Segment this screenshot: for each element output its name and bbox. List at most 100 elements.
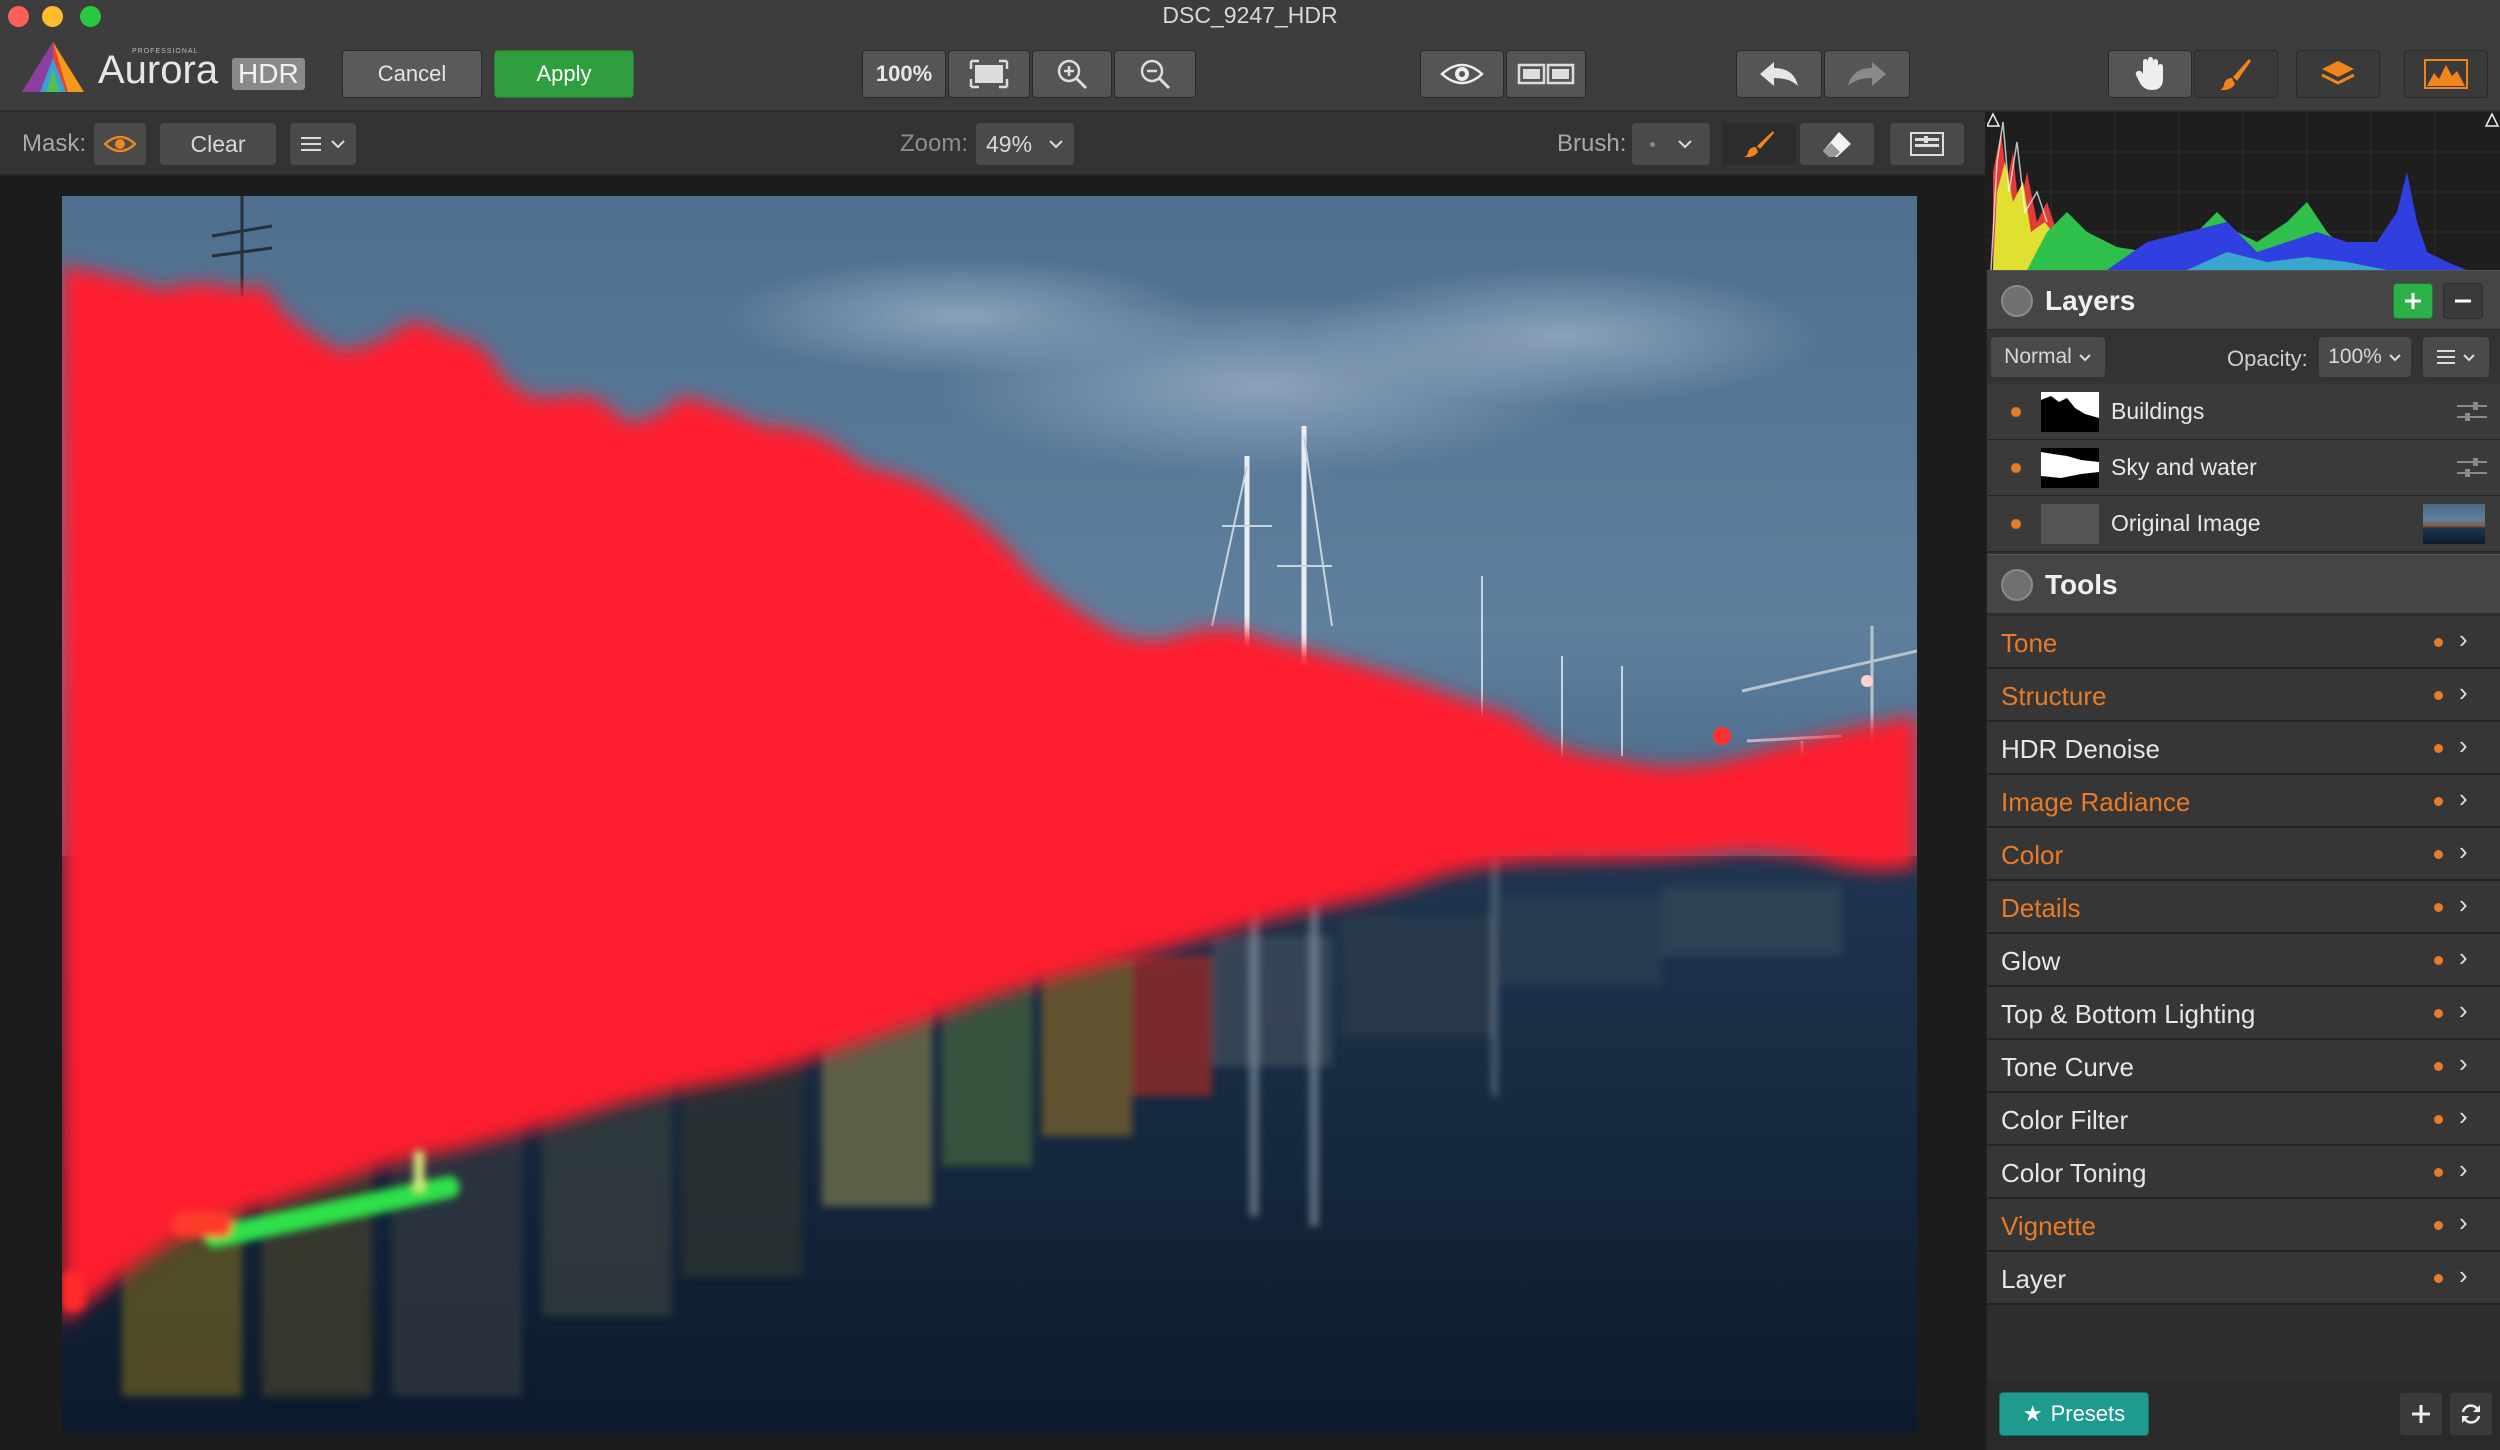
chevron-right-icon[interactable]: › (2459, 730, 2468, 761)
layer-visibility-dot[interactable] (2011, 463, 2021, 473)
clear-mask-button[interactable]: Clear (160, 123, 276, 165)
tool-row[interactable]: Color › (1987, 828, 2500, 881)
tool-row[interactable]: Tone Curve › (1987, 1040, 2500, 1093)
tools-section-icon (2001, 569, 2033, 601)
blend-mode-select[interactable]: Normal (1991, 337, 2105, 377)
zoom-out-button[interactable] (1114, 50, 1196, 98)
tool-enable-dot[interactable] (2434, 1274, 2443, 1283)
tool-enable-dot[interactable] (2434, 797, 2443, 806)
tool-name: Tone (2001, 628, 2058, 658)
cancel-button-label: Cancel (377, 61, 447, 86)
brush-icon (2220, 59, 2251, 91)
layer-row-buildings[interactable]: Buildings (1987, 384, 2500, 440)
apply-button-label: Apply (536, 61, 592, 86)
chevron-right-icon[interactable]: › (2459, 677, 2468, 708)
opacity-select[interactable]: 100% (2319, 337, 2411, 377)
tool-name: Image Radiance (2001, 787, 2191, 817)
tool-enable-dot[interactable] (2434, 1168, 2443, 1177)
apply-button[interactable]: Apply (494, 50, 634, 98)
zoom-out-icon (1140, 59, 1171, 90)
tool-row[interactable]: Layer › (1987, 1252, 2500, 1305)
tool-row[interactable]: Structure › (1987, 669, 2500, 722)
tool-row[interactable]: Tone › (1987, 616, 2500, 669)
presets-button[interactable]: ★ Presets (1999, 1392, 2149, 1436)
brush-tool-button[interactable] (2194, 50, 2278, 98)
tool-enable-dot[interactable] (2434, 1221, 2443, 1230)
chevron-right-icon[interactable]: › (2459, 942, 2468, 973)
histogram-panel-button[interactable] (2404, 50, 2488, 98)
tool-row[interactable]: Vignette › (1987, 1199, 2500, 1252)
menu-icon (2437, 350, 2455, 364)
tool-row[interactable]: Color Filter › (1987, 1093, 2500, 1146)
chevron-right-icon[interactable]: › (2459, 1154, 2468, 1185)
chevron-right-icon[interactable]: › (2459, 1260, 2468, 1291)
cancel-button[interactable]: Cancel (342, 50, 482, 98)
layer-menu-button[interactable] (2423, 337, 2489, 377)
app-logo: PROFESSIONAL Aurora HDR (20, 40, 310, 96)
tool-enable-dot[interactable] (2434, 850, 2443, 859)
remove-layer-button[interactable] (2443, 283, 2483, 319)
histogram-graph (1987, 112, 2500, 270)
tool-row[interactable]: Color Toning › (1987, 1146, 2500, 1199)
opacity-value: 100% (2328, 345, 2382, 368)
tool-enable-dot[interactable] (2434, 744, 2443, 753)
layers-section-header[interactable]: Layers (1987, 270, 2500, 330)
chevron-right-icon[interactable]: › (2459, 836, 2468, 867)
split-view-icon (1517, 63, 1575, 85)
aurora-logo-icon (22, 42, 84, 92)
menu-icon (301, 137, 321, 151)
adjust-sliders-icon[interactable] (2457, 401, 2487, 423)
tool-enable-dot[interactable] (2434, 1062, 2443, 1071)
mask-visibility-button[interactable] (94, 123, 146, 165)
tool-row[interactable]: Glow › (1987, 934, 2500, 987)
tool-row[interactable]: Top & Bottom Lighting › (1987, 987, 2500, 1040)
tool-row[interactable]: HDR Denoise › (1987, 722, 2500, 775)
layers-panel-button[interactable] (2296, 50, 2380, 98)
fit-to-screen-button[interactable] (948, 50, 1030, 98)
hdr-photo-with-mask[interactable] (62, 196, 1917, 1433)
layer-visibility-dot[interactable] (2011, 407, 2021, 417)
chevron-right-icon[interactable]: › (2459, 889, 2468, 920)
chevron-right-icon[interactable]: › (2459, 1048, 2468, 1079)
brush-settings-button[interactable] (1890, 123, 1964, 165)
eraser-button[interactable] (1800, 123, 1874, 165)
chevron-right-icon[interactable]: › (2459, 995, 2468, 1026)
canvas-area[interactable] (0, 178, 1985, 1450)
chevron-right-icon[interactable]: › (2459, 1101, 2468, 1132)
chevron-right-icon[interactable]: › (2459, 624, 2468, 655)
layer-row-sky-and-water[interactable]: Sky and water (1987, 440, 2500, 496)
tool-name: Layer (2001, 1264, 2067, 1294)
chevron-right-icon[interactable]: › (2459, 1207, 2468, 1238)
add-preset-button[interactable] (2399, 1392, 2443, 1436)
preview-toggle-button[interactable] (1420, 50, 1504, 98)
photo-canvas[interactable] (62, 196, 1917, 1433)
refresh-presets-button[interactable] (2449, 1392, 2493, 1436)
compare-view-button[interactable] (1506, 50, 1586, 98)
paint-brush-button[interactable] (1722, 123, 1796, 165)
redo-button[interactable] (1824, 50, 1910, 98)
tool-enable-dot[interactable] (2434, 1115, 2443, 1124)
tool-enable-dot[interactable] (2434, 638, 2443, 647)
tool-row[interactable]: Image Radiance › (1987, 775, 2500, 828)
zoom-in-button[interactable] (1032, 50, 1112, 98)
brush-size-dot-icon (1649, 141, 1655, 147)
brush-size-select[interactable] (1632, 123, 1710, 165)
clear-mask-label: Clear (190, 130, 246, 157)
mask-menu-button[interactable] (290, 123, 356, 165)
tool-row[interactable]: Details › (1987, 881, 2500, 934)
adjust-sliders-icon[interactable] (2457, 457, 2487, 479)
mask-label: Mask: (22, 130, 87, 157)
tool-enable-dot[interactable] (2434, 903, 2443, 912)
layer-visibility-dot[interactable] (2011, 519, 2021, 529)
hand-tool-button[interactable] (2108, 50, 2192, 98)
add-layer-button[interactable] (2393, 283, 2433, 319)
tools-section-header[interactable]: Tools (1987, 554, 2500, 614)
tool-enable-dot[interactable] (2434, 1009, 2443, 1018)
tool-enable-dot[interactable] (2434, 691, 2443, 700)
layer-row-original-image[interactable]: Original Image (1987, 496, 2500, 552)
zoom-100-button[interactable]: 100% (862, 50, 946, 98)
tool-enable-dot[interactable] (2434, 956, 2443, 965)
zoom-select[interactable]: 49% (976, 123, 1074, 165)
undo-button[interactable] (1736, 50, 1822, 98)
chevron-right-icon[interactable]: › (2459, 783, 2468, 814)
